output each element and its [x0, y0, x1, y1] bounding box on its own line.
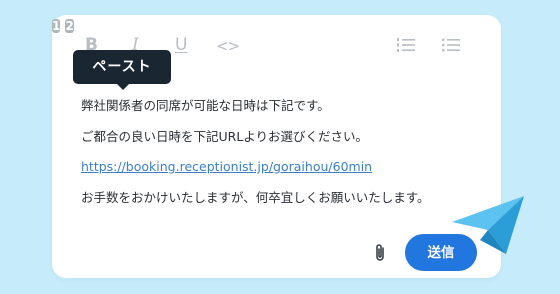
message-line-2: ご都合の良い日時を下記URLよりお選びください。	[81, 128, 369, 144]
message-composer: B I U <> 1 2 ペースト 弊社関係者の同席が可能な日時は下記です。 ご…	[52, 15, 501, 278]
bullet-list-icon[interactable]	[442, 38, 460, 52]
code-button[interactable]: <>	[216, 36, 240, 56]
ordered-list-icon[interactable]	[397, 38, 415, 52]
heading2-button[interactable]: 2	[65, 19, 74, 33]
tooltip-arrow	[116, 83, 130, 90]
paperclip-icon[interactable]	[373, 243, 387, 263]
underline-button[interactable]: U	[175, 35, 187, 55]
message-body[interactable]: 弊社関係者の同席が可能な日時は下記です。 ご都合の良い日時を下記URLよりお選び…	[81, 98, 430, 220]
paste-tooltip: ペースト	[73, 50, 171, 84]
heading1-button[interactable]: 1	[52, 19, 61, 33]
message-line-1: 弊社関係者の同席が可能な日時は下記です。	[81, 98, 330, 113]
message-line-4: お手数をおかけいたしますが、何卒宜しくお願いいたします。	[81, 189, 430, 205]
booking-link[interactable]: https://booking.receptionist.jp/goraihou…	[81, 159, 372, 174]
paper-plane-icon	[450, 192, 528, 256]
